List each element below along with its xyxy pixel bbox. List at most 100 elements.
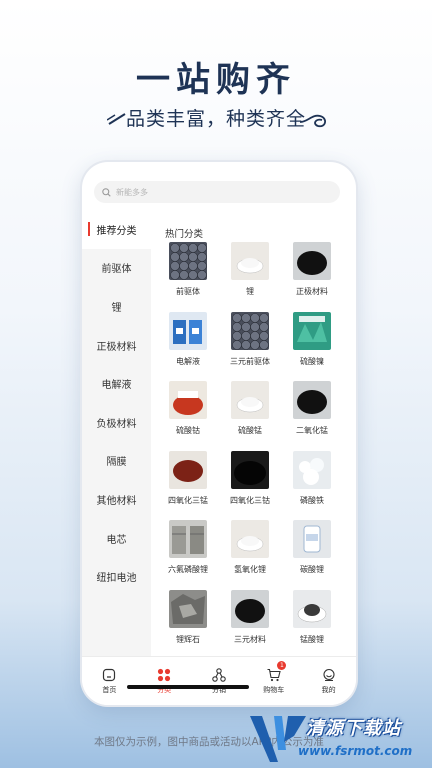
- product-thumbnail: [293, 311, 331, 350]
- product-category-item[interactable]: 二氧化锰: [281, 381, 343, 436]
- site-watermark: 清源下载站 www.fsrmot.com: [248, 712, 432, 768]
- product-label: 电解液: [176, 356, 200, 366]
- product-label: 锂辉石: [176, 634, 200, 644]
- product-thumbnail: [169, 589, 207, 628]
- product-category-item[interactable]: 碳酸锂: [281, 520, 343, 575]
- product-label: 前驱体: [176, 287, 200, 296]
- product-thumbnail: [231, 381, 269, 419]
- product-label: 磷酸铁: [300, 495, 324, 505]
- product-label: 三元材料: [234, 634, 266, 644]
- search-icon: [102, 187, 111, 197]
- tab-profile[interactable]: 我的: [301, 657, 356, 705]
- home-icon: [103, 668, 116, 681]
- product-thumbnail: [169, 311, 207, 350]
- product-label: 锰酸锂: [300, 634, 324, 644]
- swoosh-left-icon: [107, 113, 126, 125]
- search-bar[interactable]: 新能多多: [94, 181, 340, 203]
- product-thumbnail: [169, 450, 207, 489]
- product-thumbnail: [293, 520, 331, 558]
- product-thumbnail: [231, 520, 269, 558]
- product-thumbnail: [169, 381, 207, 419]
- tab-distribution[interactable]: 分销: [192, 657, 247, 705]
- sidebar-item[interactable]: 其他材料: [82, 480, 151, 519]
- headline: 一站购齐: [136, 60, 296, 100]
- product-thumbnail: [169, 242, 207, 280]
- sidebar-item[interactable]: 推荐分类: [82, 210, 151, 249]
- sidebar-item[interactable]: 纽扣电池: [82, 557, 151, 596]
- profile-icon: [323, 668, 335, 681]
- swirl-icon: [300, 114, 326, 128]
- product-thumbnail: [231, 242, 269, 280]
- product-category-item[interactable]: 三元前驱体: [219, 311, 281, 367]
- home-indicator[interactable]: [127, 685, 249, 689]
- sidebar-item-label: 负极材料: [96, 418, 137, 430]
- product-category-item[interactable]: 锂辉石: [157, 589, 219, 645]
- subline-text: 品类丰富，种类齐全: [125, 108, 306, 130]
- product-category-item[interactable]: 正极材料: [281, 242, 343, 297]
- product-category-item[interactable]: 锰酸锂: [281, 589, 343, 645]
- product-category-item[interactable]: 硫酸钴: [157, 381, 219, 436]
- product-category-item[interactable]: 六氟磷酸锂: [157, 520, 219, 575]
- bottom-tabbar: 首页 分类 分销 1 购物车 我的: [82, 656, 356, 705]
- tab-label: 购物车: [263, 685, 285, 694]
- product-thumbnail: [169, 520, 207, 558]
- product-category-item[interactable]: 四氧化三锰: [157, 450, 219, 506]
- sidebar-item[interactable]: 电芯: [82, 519, 151, 558]
- sidebar-item[interactable]: 隔膜: [82, 442, 151, 481]
- product-category-item[interactable]: 锂: [219, 242, 281, 297]
- category-content: 热门分类 前驱体 锂 正极材料电解液 三元前驱体 硫酸镍硫酸钴 硫酸锰 二氧化锰四氧化三锰 四…: [157, 210, 347, 656]
- sidebar-item-label: 正极材料: [96, 341, 137, 353]
- product-thumbnail: [293, 242, 331, 280]
- product-thumbnail: [231, 450, 269, 489]
- search-placeholder: 新能多多: [116, 187, 148, 197]
- product-label: 三元前驱体: [230, 356, 270, 366]
- sidebar-item-label: 其他材料: [96, 495, 137, 507]
- section-title: 热门分类: [165, 229, 204, 240]
- cart-badge: 1: [277, 661, 287, 670]
- product-thumbnail: [293, 589, 331, 628]
- product-label: 四氧化三锰: [168, 495, 208, 505]
- sidebar-item-label: 电解液: [101, 380, 132, 392]
- product-category-item[interactable]: 三元材料: [219, 589, 281, 645]
- product-label: 碳酸锂: [300, 565, 324, 574]
- sidebar-item-label: 锂: [111, 302, 122, 314]
- tab-label: 我的: [321, 685, 336, 694]
- product-label: 硫酸钴: [176, 426, 200, 435]
- product-label: 氢氧化锂: [234, 565, 266, 574]
- product-category-item[interactable]: 硫酸镍: [281, 311, 343, 367]
- product-thumbnail: [231, 589, 269, 628]
- distribution-icon: [212, 667, 226, 682]
- tab-cart[interactable]: 1 购物车: [246, 657, 301, 705]
- sidebar-item-label: 电芯: [106, 534, 127, 546]
- product-label: 二氧化锰: [296, 426, 328, 435]
- product-label: 正极材料: [296, 287, 328, 296]
- product-category-item[interactable]: 氢氧化锂: [219, 520, 281, 575]
- product-label: 六氟磷酸锂: [168, 565, 208, 574]
- subline: 品类丰富，种类齐全: [0, 104, 432, 131]
- product-category-item[interactable]: 磷酸铁: [281, 450, 343, 506]
- tab-category[interactable]: 分类: [137, 657, 192, 705]
- sidebar-item-label: 纽扣电池: [96, 573, 137, 585]
- sidebar-item[interactable]: 前驱体: [82, 249, 151, 288]
- product-thumbnail: [231, 311, 269, 350]
- sidebar-item-label: 隔膜: [106, 457, 127, 469]
- tab-label: 首页: [102, 685, 117, 694]
- product-label: 硫酸镍: [300, 356, 324, 366]
- tab-home[interactable]: 首页: [82, 657, 137, 705]
- sidebar-item[interactable]: 电解液: [82, 364, 151, 403]
- product-label: 四氧化三钴: [230, 495, 270, 505]
- product-category-item[interactable]: 前驱体: [157, 242, 219, 297]
- watermark-url: www.fsrmot.com: [298, 744, 413, 758]
- product-thumbnail: [293, 450, 331, 489]
- sidebar-item[interactable]: 正极材料: [82, 326, 151, 365]
- category-icon: [158, 668, 171, 681]
- product-label: 锂: [246, 287, 254, 296]
- category-sidebar: 推荐分类前驱体锂正极材料电解液负极材料隔膜其他材料电芯纽扣电池: [82, 210, 151, 656]
- sidebar-item-label: 前驱体: [101, 264, 132, 276]
- sidebar-item[interactable]: 锂: [82, 287, 151, 326]
- sidebar-item[interactable]: 负极材料: [82, 403, 151, 442]
- product-category-item[interactable]: 硫酸锰: [219, 381, 281, 436]
- product-category-item[interactable]: 电解液: [157, 311, 219, 367]
- phone-screen: 新能多多 推荐分类 前驱体锂正极材料 电解液 负极材料 隔膜 其他材料 电芯 纽扣电池 热门分…: [82, 162, 356, 705]
- product-category-item[interactable]: 四氧化三钴: [219, 450, 281, 506]
